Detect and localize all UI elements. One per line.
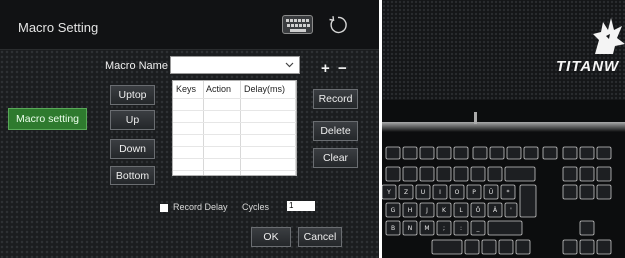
remove-macro-button[interactable]: − [338, 60, 347, 77]
key-legend: B [391, 225, 395, 232]
keyboard-image: Y Z U I O P Ü * G H J K L Ö Ä ' B N M ; … [382, 100, 625, 258]
column-header-action: Action [206, 84, 232, 94]
table-row-divider [173, 170, 296, 171]
key-legend: J [425, 207, 428, 214]
move-up-button[interactable]: Up [110, 110, 155, 130]
cancel-button[interactable]: Cancel [298, 227, 342, 247]
table-row-divider [173, 146, 296, 147]
column-header-keys: Keys [176, 84, 197, 94]
table-row-divider [173, 134, 296, 135]
key-legend: I [439, 189, 441, 196]
macro-setting-tab[interactable]: Macro setting [8, 108, 87, 130]
title-bar: Macro Setting [0, 0, 379, 50]
record-delay-checkbox[interactable] [160, 204, 168, 212]
key-legend: H [408, 207, 413, 214]
cycles-label: Cycles [242, 202, 270, 212]
add-macro-button[interactable]: + [321, 60, 330, 77]
refresh-icon[interactable] [327, 14, 349, 36]
clear-button[interactable]: Clear [313, 148, 358, 168]
key-legend: O [455, 189, 460, 196]
macro-setting-panel: Macro Setting Macro Name + − Macro setti… [0, 0, 379, 258]
key-legend: G [391, 207, 396, 214]
key-legend: * [507, 189, 510, 196]
macro-name-label: Macro Name [105, 60, 168, 72]
record-button[interactable]: Record [313, 89, 358, 109]
table-row-divider [173, 122, 296, 123]
table-row-divider [173, 110, 296, 111]
macro-name-select[interactable] [170, 56, 300, 74]
key-legend: N [408, 225, 413, 232]
key-legend: ; [443, 225, 445, 232]
table-row-divider [173, 158, 296, 159]
delete-button[interactable]: Delete [313, 121, 358, 141]
column-header-delay: Delay(ms) [244, 84, 286, 94]
key-legend: Y [386, 189, 391, 196]
keyboard-photo: TITANW Y Z U I O P Ü * G H J K L Ö Ä ' B… [382, 0, 625, 258]
brand-wordmark: TITANW [556, 58, 620, 75]
macro-events-table[interactable]: Keys Action Delay(ms) [172, 80, 297, 176]
wolf-logo-icon [593, 18, 625, 54]
move-to-top-button[interactable]: Uptop [110, 85, 155, 105]
key-legend: Ö [476, 207, 481, 214]
key-legend: M [424, 225, 429, 232]
table-column-divider [203, 81, 204, 175]
chevron-down-icon [285, 62, 294, 68]
ok-button[interactable]: OK [251, 227, 291, 247]
record-delay-label: Record Delay [173, 202, 228, 212]
move-down-button[interactable]: Down [110, 139, 155, 159]
window-title: Macro Setting [18, 20, 99, 35]
table-column-divider [240, 81, 241, 175]
key-legend: P [472, 189, 476, 196]
table-row-divider [173, 98, 296, 99]
cycles-input[interactable]: 1 [287, 201, 315, 211]
key-legend: U [421, 189, 425, 196]
key-legend: Z [404, 189, 408, 196]
key-legend: Ü [489, 189, 493, 196]
table-column-divider [295, 81, 296, 175]
keyboard-icon[interactable] [282, 15, 313, 34]
key-legend: : [460, 225, 462, 232]
move-to-bottom-button[interactable]: Bottom [110, 166, 155, 185]
